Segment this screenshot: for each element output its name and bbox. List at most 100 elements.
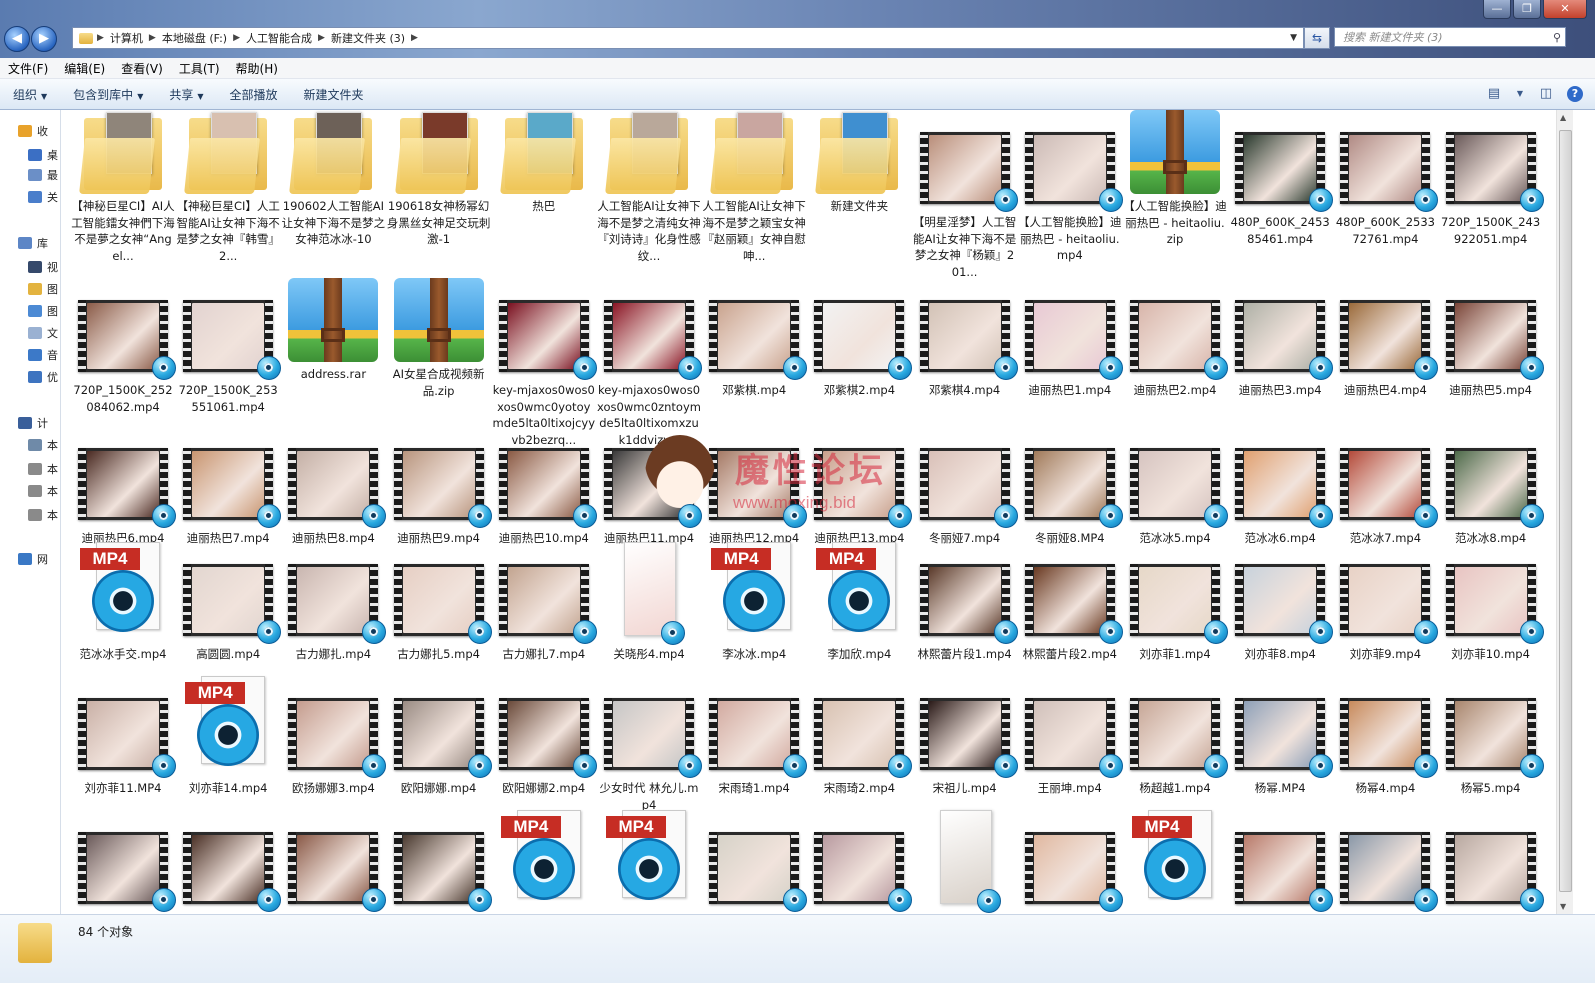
back-button[interactable]: ◀: [4, 26, 30, 52]
menu-file[interactable]: 文件(F): [0, 60, 56, 77]
minimize-button[interactable]: —: [1483, 0, 1511, 19]
file-item[interactable]: MP4杨颖.mp4: [597, 810, 701, 914]
scrollbar-thumb[interactable]: [1559, 130, 1572, 892]
file-item[interactable]: 杨幂.MP4: [1228, 676, 1334, 826]
file-item[interactable]: 人工智能AI让女神下海不是梦之清纯女神『刘诗诗』化身性感纹...: [597, 110, 701, 263]
nav-item[interactable]: 库: [18, 234, 48, 252]
address-bar[interactable]: ▶ 计算机 ▶ 本地磁盘 (F:) ▶ 人工智能合成 ▶ 新建文件夹 (3) ▶…: [72, 27, 1304, 49]
file-item[interactable]: 赵丽颖1.mp4: [1333, 810, 1439, 914]
breadcrumb-drive[interactable]: 本地磁盘 (F:): [156, 30, 233, 46]
file-item[interactable]: MP4 范冰冰手交.mp4: [71, 542, 175, 692]
file-item[interactable]: 林熙蕾片段2.mp4: [1018, 542, 1123, 692]
file-item[interactable]: 杨幂9.ts: [387, 810, 492, 914]
file-item[interactable]: 720P_1500K_252084062.mp4: [71, 278, 176, 428]
share-button[interactable]: 共享 ▼: [156, 86, 216, 103]
file-item[interactable]: 刘亦菲1.mp4: [1123, 542, 1228, 692]
file-item[interactable]: key-mjaxos0wos0xos0wmc0yotoymde5lta0ltix…: [492, 278, 597, 447]
file-item[interactable]: 【神秘巨星CI】AI人工智能鐳女神們下海不是夢之女神“Angel...: [71, 110, 175, 263]
file-item[interactable]: 480P_600K_245385461.mp4: [1228, 110, 1334, 260]
nav-item[interactable]: 关: [28, 188, 58, 206]
file-item[interactable]: MP4张柏芝.mp4: [1123, 810, 1227, 914]
file-item[interactable]: 迪丽热巴5.mp4: [1439, 278, 1544, 428]
file-item[interactable]: 杨颖6.mp4: [1018, 810, 1123, 914]
new-folder-button[interactable]: 新建文件夹: [291, 86, 377, 103]
menu-tools[interactable]: 工具(T): [171, 60, 228, 77]
file-item[interactable]: 欧阳娜娜.mp4: [387, 676, 492, 826]
file-item[interactable]: 刘亦菲8.mp4: [1228, 542, 1334, 692]
file-item[interactable]: 杨幂4.mp4: [1333, 676, 1439, 826]
file-item[interactable]: 王丽坤.mp4: [1018, 676, 1123, 826]
file-item[interactable]: 宋雨琦1.mp4: [702, 676, 808, 826]
file-item[interactable]: 杨幂5.mp4: [1439, 676, 1544, 826]
nav-item[interactable]: 优: [28, 368, 58, 386]
file-item[interactable]: 高圆圆.mp4: [176, 542, 282, 692]
file-item[interactable]: 宋祖儿.mp4: [913, 676, 1018, 826]
file-item[interactable]: 刘亦菲11.MP4: [71, 676, 176, 826]
change-view-icon[interactable]: ▤: [1483, 85, 1505, 103]
nav-item[interactable]: 本: [28, 506, 58, 524]
file-item[interactable]: 刘亦菲9.mp4: [1333, 542, 1439, 692]
nav-item[interactable]: 视: [28, 258, 58, 276]
file-item[interactable]: 古力娜扎7.mp4: [492, 542, 597, 692]
file-item[interactable]: 迪丽热巴4.mp4: [1333, 278, 1439, 428]
nav-item[interactable]: 文: [28, 324, 58, 342]
address-dropdown-icon[interactable]: ▼: [1284, 33, 1303, 43]
breadcrumb-folder[interactable]: 人工智能合成: [240, 30, 318, 46]
file-item[interactable]: key-mjaxos0wos0xos0wmc0zntoymde5lta0ltix…: [597, 278, 702, 447]
search-icon[interactable]: ⚲: [1553, 28, 1561, 48]
menu-help[interactable]: 帮助(H): [228, 60, 286, 77]
nav-item[interactable]: 本: [28, 460, 58, 478]
file-item[interactable]: 迪丽热巴3.mp4: [1228, 278, 1334, 428]
file-item[interactable]: 欧阳娜娜2.mp4: [492, 676, 597, 826]
nav-item[interactable]: 图: [28, 280, 58, 298]
play-all-button[interactable]: 全部播放: [217, 86, 291, 103]
file-item[interactable]: 热巴: [492, 110, 596, 260]
file-item[interactable]: 古力娜扎.mp4: [281, 542, 387, 692]
nav-item[interactable]: 收: [18, 122, 48, 140]
file-item[interactable]: 迪丽热巴2.mp4: [1123, 278, 1228, 428]
include-in-library-button[interactable]: 包含到库中 ▼: [60, 86, 156, 103]
file-item[interactable]: 关晓彤4.mp4: [597, 542, 701, 692]
file-item[interactable]: 190602人工智能AI让女神下海不是梦之女神范冰冰-10: [281, 110, 385, 260]
nav-item[interactable]: 最: [28, 166, 58, 184]
scroll-up-icon[interactable]: ▲: [1560, 113, 1566, 122]
file-item[interactable]: 少女时代 林允儿.mp4: [597, 676, 702, 826]
close-button[interactable]: ✕: [1543, 0, 1587, 19]
menu-view[interactable]: 查看(V): [113, 60, 171, 77]
file-item[interactable]: 杨颖3.mp4: [807, 810, 913, 914]
file-item[interactable]: 刘亦菲10.mp4: [1439, 542, 1544, 692]
file-item[interactable]: MP4杨幂10.mp4: [492, 810, 596, 914]
file-item[interactable]: 人工智能AI让女神下海不是梦之颖宝女神『赵丽颖』女神自慰呻...: [702, 110, 806, 263]
nav-item[interactable]: 网: [18, 550, 48, 568]
forward-button[interactable]: ▶: [31, 26, 57, 52]
file-item[interactable]: MP4 李冰冰.mp4: [702, 542, 806, 692]
menu-edit[interactable]: 编辑(E): [56, 60, 113, 77]
file-item[interactable]: 郑爽.mp4: [1439, 810, 1544, 914]
nav-item[interactable]: 本: [28, 436, 58, 454]
file-item[interactable]: 【神秘巨星CI】人工智能AI让女神下海不是梦之女神『韩雪』2...: [176, 110, 280, 263]
breadcrumb-computer[interactable]: 计算机: [104, 30, 149, 46]
file-item[interactable]: 杨颖4.mp4: [913, 810, 1017, 914]
file-item[interactable]: 【人工智能换脸】迪丽热巴 - heitaoliu.zip: [1123, 110, 1227, 260]
file-item[interactable]: 古力娜扎5.mp4: [387, 542, 492, 692]
nav-item[interactable]: 计: [18, 414, 48, 432]
file-item[interactable]: 邓紫棋4.mp4: [913, 278, 1018, 428]
file-item[interactable]: 【明星淫梦】人工智能AI让女神下海不是梦之女神『杨颖』201...: [913, 110, 1018, 279]
search-input[interactable]: 搜索 新建文件夹 (3) ⚲: [1334, 27, 1566, 47]
nav-item[interactable]: 音: [28, 346, 58, 364]
refresh-button[interactable]: ⇆: [1304, 27, 1330, 49]
file-item[interactable]: MP4 李加欣.mp4: [807, 542, 911, 692]
breadcrumb-current[interactable]: 新建文件夹 (3): [325, 30, 411, 46]
file-item[interactable]: 宋雨琦2.mp4: [807, 676, 913, 826]
nav-item[interactable]: 本: [28, 482, 58, 500]
file-item[interactable]: 邓紫棋.mp4: [702, 278, 808, 428]
file-item[interactable]: 张敏珍藏片段.: [1228, 810, 1334, 914]
file-item[interactable]: 欧扬娜娜3.mp4: [281, 676, 387, 826]
scroll-down-icon[interactable]: ▼: [1560, 902, 1566, 911]
file-item[interactable]: 杨颖2.mp4: [702, 810, 808, 914]
file-item[interactable]: 新建文件夹: [807, 110, 911, 260]
file-item[interactable]: address.rar: [281, 278, 385, 428]
file-item[interactable]: 【人工智能换脸】迪丽热巴 - heitaoliu.mp4: [1018, 110, 1123, 262]
file-item[interactable]: 190618女神杨幂幻身黑丝女神足交玩刺激-1: [387, 110, 491, 260]
view-dropdown-icon[interactable]: ▼: [1515, 85, 1525, 103]
